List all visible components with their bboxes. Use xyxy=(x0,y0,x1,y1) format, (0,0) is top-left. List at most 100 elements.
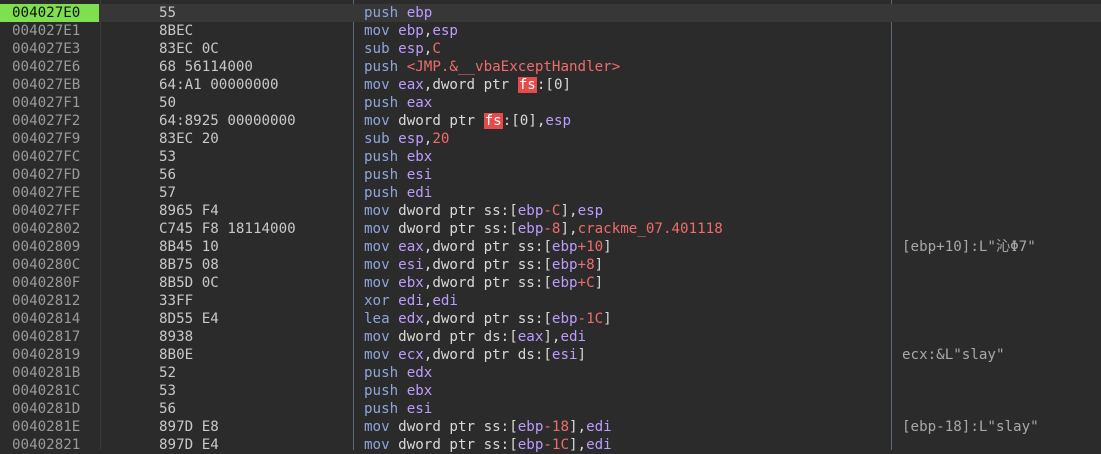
instruction-token-txt xyxy=(390,77,399,93)
row-bytes: 56 xyxy=(159,401,177,417)
instruction-token-txt xyxy=(398,149,407,165)
disasm-row[interactable]: 004027E3 83EC 0C sub esp,C xyxy=(0,40,1101,58)
row-address: 004027EB xyxy=(12,77,81,93)
instruction-token-txt xyxy=(390,131,399,147)
instruction-token-reg: ebx xyxy=(398,275,424,291)
disasm-row[interactable]: 0040280C 8B75 08 mov esi,dword ptr ss:[ebp… xyxy=(0,256,1101,274)
instruction-token-reg: esp xyxy=(545,113,572,129)
instruction-token-mnem: mov xyxy=(364,437,390,453)
row-address: 00402821 xyxy=(12,437,81,453)
row-address: 00402809 xyxy=(12,239,81,255)
row-bytes: 64:8925 00000000 xyxy=(159,113,296,129)
disasm-row[interactable]: 004027FE 57 push edi xyxy=(0,184,1101,202)
instruction-token-reg: edi xyxy=(560,329,587,345)
row-bytes: 50 xyxy=(159,95,177,111)
disasm-row[interactable]: 00402814 8D55 E4 lea edx,dword ptr ss:[ebp… xyxy=(0,310,1101,328)
disasm-row[interactable]: 00402821 897D E4 mov dword ptr ss:[ebp-1C]… xyxy=(0,436,1101,454)
instruction-token-txt xyxy=(398,5,407,21)
disasm-row[interactable]: 004027E0 55 push ebp xyxy=(0,4,1101,22)
instruction-token-mnem: mov xyxy=(364,113,390,129)
row-bytes: 8B5D 0C xyxy=(159,275,219,291)
instruction-token-reg: ebp xyxy=(517,437,544,453)
row-comment xyxy=(902,22,1101,40)
instruction-token-reg: ebp xyxy=(517,419,544,435)
instruction-token-mnem: mov xyxy=(364,23,390,39)
instruction-token-reg: esp xyxy=(432,23,458,39)
instruction-token-num: -8 xyxy=(543,221,561,237)
row-instruction: push esi xyxy=(364,166,889,184)
row-comment xyxy=(902,40,1101,58)
disasm-row[interactable]: 0040281C 53 push ebx xyxy=(0,382,1101,400)
row-address: 004027E6 xyxy=(12,59,81,75)
row-comment xyxy=(902,166,1101,184)
disasm-row[interactable]: 00402812 33FF xor edi,edi xyxy=(0,292,1101,310)
row-address: 0040281B xyxy=(12,365,81,381)
disasm-row[interactable]: 004027E6 68 56114000 push <JMP.&__vbaExcep… xyxy=(0,58,1101,76)
row-address: 004027FF xyxy=(12,203,81,219)
row-comment xyxy=(902,364,1101,382)
instruction-token-mnem: push xyxy=(364,185,399,201)
disasm-row[interactable]: 004027FF 8965 F4 mov dword ptr ss:[ebp-C],… xyxy=(0,202,1101,220)
disasm-row[interactable]: 0040281B 52 push edx xyxy=(0,364,1101,382)
disasm-row[interactable]: 004027E1 8BEC mov ebp,esp xyxy=(0,22,1101,40)
disassembly-view[interactable]: 004027E0 55 push ebp 004027E1 8BEC mov ebp,es… xyxy=(0,0,1101,453)
instruction-token-mnem: mov xyxy=(364,347,390,363)
instruction-token-reg: eax xyxy=(406,95,433,111)
row-bytes: 8BEC xyxy=(159,23,194,39)
instruction-token-txt: ] xyxy=(577,347,587,363)
row-instruction: push <JMP.&__vbaExceptHandler> xyxy=(364,58,889,76)
disasm-row[interactable]: 004027F9 83EC 20 sub esp,20 xyxy=(0,130,1101,148)
row-instruction: mov esi,dword ptr ss:[ebp+8] xyxy=(364,256,889,274)
disasm-row[interactable]: 004027EB 64:A1 00000000 mov eax,dword ptr … xyxy=(0,76,1101,94)
disasm-row[interactable]: 00402819 8B0E mov ecx,dword ptr ds:[esi] ec… xyxy=(0,346,1101,364)
row-comment xyxy=(902,400,1101,418)
row-instruction: mov dword ptr ss:[ebp-C],esp xyxy=(364,202,889,220)
instruction-token-txt xyxy=(398,59,407,75)
instruction-token-txt xyxy=(390,311,399,327)
disasm-row[interactable]: 004027F1 50 push eax xyxy=(0,94,1101,112)
row-bytes: 68 56114000 xyxy=(159,59,253,75)
instruction-token-txt: ] xyxy=(603,239,612,255)
disasm-row[interactable]: 0040281D 56 push esi xyxy=(0,400,1101,418)
instruction-token-mnem: push xyxy=(364,95,399,111)
disasm-row[interactable]: 004027FC 53 push ebx xyxy=(0,148,1101,166)
row-comment xyxy=(902,184,1101,202)
instruction-token-num: -C xyxy=(543,203,561,219)
disasm-row[interactable]: 0040280F 8B5D 0C mov ebx,dword ptr ss:[ebp… xyxy=(0,274,1101,292)
row-address: 004027FC xyxy=(12,149,81,165)
disasm-row[interactable]: 0040281E 897D E8 mov dword ptr ss:[ebp-18]… xyxy=(0,418,1101,436)
row-address: 004027F2 xyxy=(12,113,81,129)
disasm-row[interactable]: 00402817 8938 mov dword ptr ds:[eax],edi xyxy=(0,328,1101,346)
disasm-row[interactable]: 004027F2 64:8925 00000000 mov dword ptr fs… xyxy=(0,112,1101,130)
row-address: 004027FD xyxy=(12,167,81,183)
row-bytes: 83EC 0C xyxy=(159,41,219,57)
row-address: 00402812 xyxy=(12,293,81,309)
instruction-token-reg: edi xyxy=(432,293,458,309)
instruction-token-reg: edx xyxy=(398,311,424,327)
instruction-token-reg: ebp xyxy=(551,311,578,327)
instruction-token-txt xyxy=(390,257,399,273)
instruction-token-reg: ebx xyxy=(406,383,433,399)
instruction-token-txt: dword ptr ss:[ xyxy=(389,203,518,219)
instruction-token-mnem: mov xyxy=(364,275,390,291)
instruction-token-mnem: mov xyxy=(364,329,390,345)
instruction-token-reg: edi xyxy=(406,185,433,201)
row-comment xyxy=(902,382,1101,400)
row-address: 004027F1 xyxy=(12,95,81,111)
row-bytes: 57 xyxy=(159,185,177,201)
row-instruction: push ebp xyxy=(364,4,889,22)
row-instruction: push ebx xyxy=(364,148,889,166)
disasm-row[interactable]: 00402809 8B45 10 mov eax,dword ptr ss:[ebp… xyxy=(0,238,1101,256)
row-instruction: mov dword ptr fs:[0],esp xyxy=(364,112,889,130)
instruction-token-txt: dword ptr ds:[ xyxy=(389,329,518,345)
instruction-token-mnem: xor xyxy=(364,293,390,309)
instruction-token-num: +C xyxy=(577,275,595,291)
disasm-row[interactable]: 00402802 C745 F8 18114000 mov dword ptr ss… xyxy=(0,220,1101,238)
instruction-token-reg: ebp xyxy=(517,203,544,219)
row-instruction: mov ecx,dword ptr ds:[esi] xyxy=(364,346,889,364)
instruction-token-num: -1C xyxy=(577,311,604,327)
instruction-token-num: +10 xyxy=(577,239,604,255)
row-instruction: push ebx xyxy=(364,382,889,400)
disasm-row[interactable]: 004027FD 56 push esi xyxy=(0,166,1101,184)
instruction-token-txt: :[0] xyxy=(536,77,572,93)
